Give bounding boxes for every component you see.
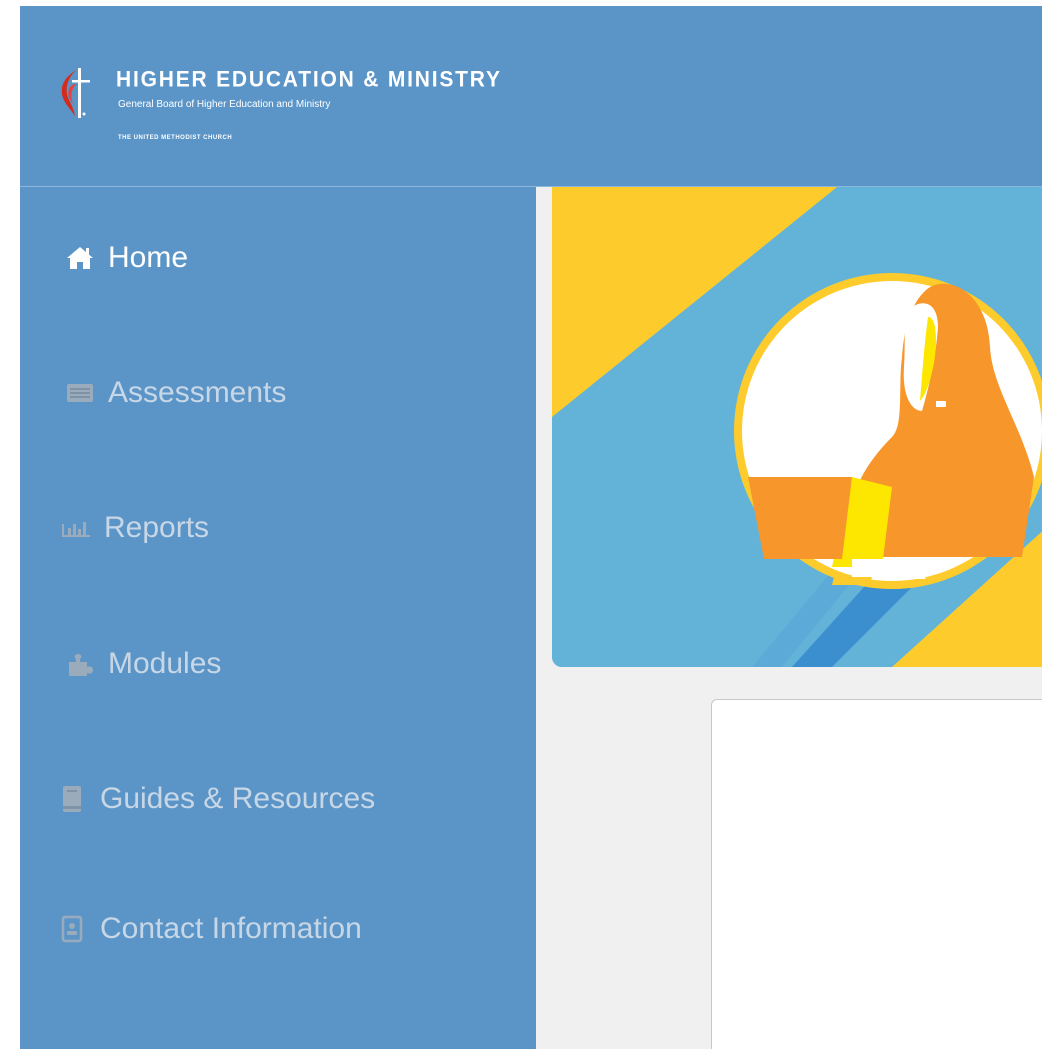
content-card — [711, 699, 1042, 1049]
cross-and-flame-logo[interactable] — [58, 66, 94, 120]
hero-banner — [552, 187, 1042, 667]
sidebar-item-label: Reports — [104, 511, 210, 544]
sidebar-item-label: Guides & Resources — [100, 782, 376, 815]
bar-chart-icon — [56, 508, 96, 548]
sidebar-item-home[interactable]: Home — [20, 228, 536, 288]
sidebar-item-assessments[interactable]: Assessments — [20, 363, 536, 423]
contact-icon — [52, 909, 92, 949]
sidebar-item-label: Assessments — [108, 376, 287, 409]
home-icon — [60, 238, 100, 278]
header-bar: HIGHER EDUCATION & MINISTRY General Boar… — [20, 6, 1042, 187]
hero-illustration — [552, 187, 1042, 667]
main-content — [536, 187, 1042, 1049]
sidebar-item-guides-resources[interactable]: Guides & Resources — [20, 769, 536, 829]
sidebar-item-contact-information[interactable]: Contact Information — [20, 899, 536, 959]
brand-subtitle: General Board of Higher Education and Mi… — [118, 99, 331, 110]
sidebar-item-reports[interactable]: Reports — [20, 498, 536, 558]
puzzle-icon — [60, 644, 100, 684]
list-icon — [60, 373, 100, 413]
brand-title: HIGHER EDUCATION & MINISTRY — [116, 67, 502, 92]
app-frame: HIGHER EDUCATION & MINISTRY General Boar… — [20, 6, 1042, 1049]
sidebar-item-label: Contact Information — [100, 912, 362, 945]
sidebar-item-label: Home — [108, 241, 189, 274]
sidebar-item-modules[interactable]: Modules — [20, 634, 536, 694]
book-icon — [52, 779, 92, 819]
brand-church-name: THE UNITED METHODIST CHURCH — [118, 135, 233, 141]
sidebar-item-label: Modules — [108, 647, 222, 680]
sidebar-nav: Home Assessments Reports Modules Guides … — [20, 187, 536, 1049]
